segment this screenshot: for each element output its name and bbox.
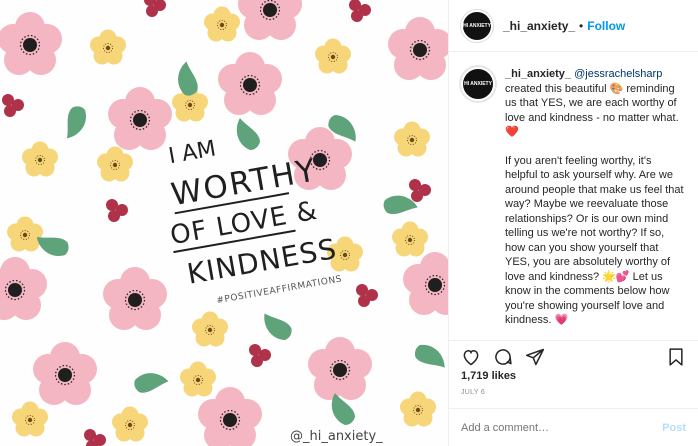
post-comment-button[interactable]: Post (662, 422, 686, 434)
caption-avatar[interactable]: HI ANXIETY (461, 67, 495, 101)
caption-paragraph-1-text: created this beautiful 🎨 reminding us th… (505, 82, 679, 139)
follow-button[interactable]: Follow (587, 19, 625, 33)
caption-username[interactable]: _hi_anxiety_ (505, 68, 571, 80)
artist-handle-text: @_hi_anxiety_ (290, 429, 383, 444)
comments-section[interactable]: HI ANXIETY _hi_anxiety_ @jessrachelsharp… (449, 52, 698, 338)
avatar[interactable]: HI ANXIETY (461, 9, 493, 42)
likes-count[interactable]: 1,719 likes (461, 370, 516, 382)
caption-paragraph-2: If you aren't feeling worthy, it's helpf… (505, 154, 684, 327)
caption-text: _hi_anxiety_ @jessrachelsharp created th… (505, 67, 686, 338)
comment-input[interactable] (461, 421, 663, 434)
separator-dot: • (579, 18, 584, 33)
heart-icon[interactable] (461, 347, 481, 367)
action-bar (449, 340, 698, 372)
caption-paragraph-1: _hi_anxiety_ @jessrachelsharp created th… (505, 67, 686, 140)
bookmark-icon[interactable] (666, 347, 686, 367)
post-date[interactable]: JULY 6 (461, 389, 485, 396)
mention-link[interactable]: @jessrachelsharp (574, 68, 662, 80)
add-comment-bar: Post (449, 408, 698, 446)
comment-icon[interactable] (493, 347, 513, 367)
share-icon[interactable] (525, 347, 545, 367)
post-side-panel: HI ANXIETY _hi_anxiety_ • Follow HI ANXI… (448, 0, 698, 446)
header-username[interactable]: _hi_anxiety_ (503, 19, 575, 33)
post-header: HI ANXIETY _hi_anxiety_ • Follow (449, 0, 698, 52)
post-image[interactable]: I AM WORTHY OF LOVE & KINDNESS #POSITIVE… (0, 0, 448, 446)
floral-illustration: I AM WORTHY OF LOVE & KINDNESS #POSITIVE… (0, 0, 448, 446)
instagram-post-view: I AM WORTHY OF LOVE & KINDNESS #POSITIVE… (0, 0, 698, 446)
